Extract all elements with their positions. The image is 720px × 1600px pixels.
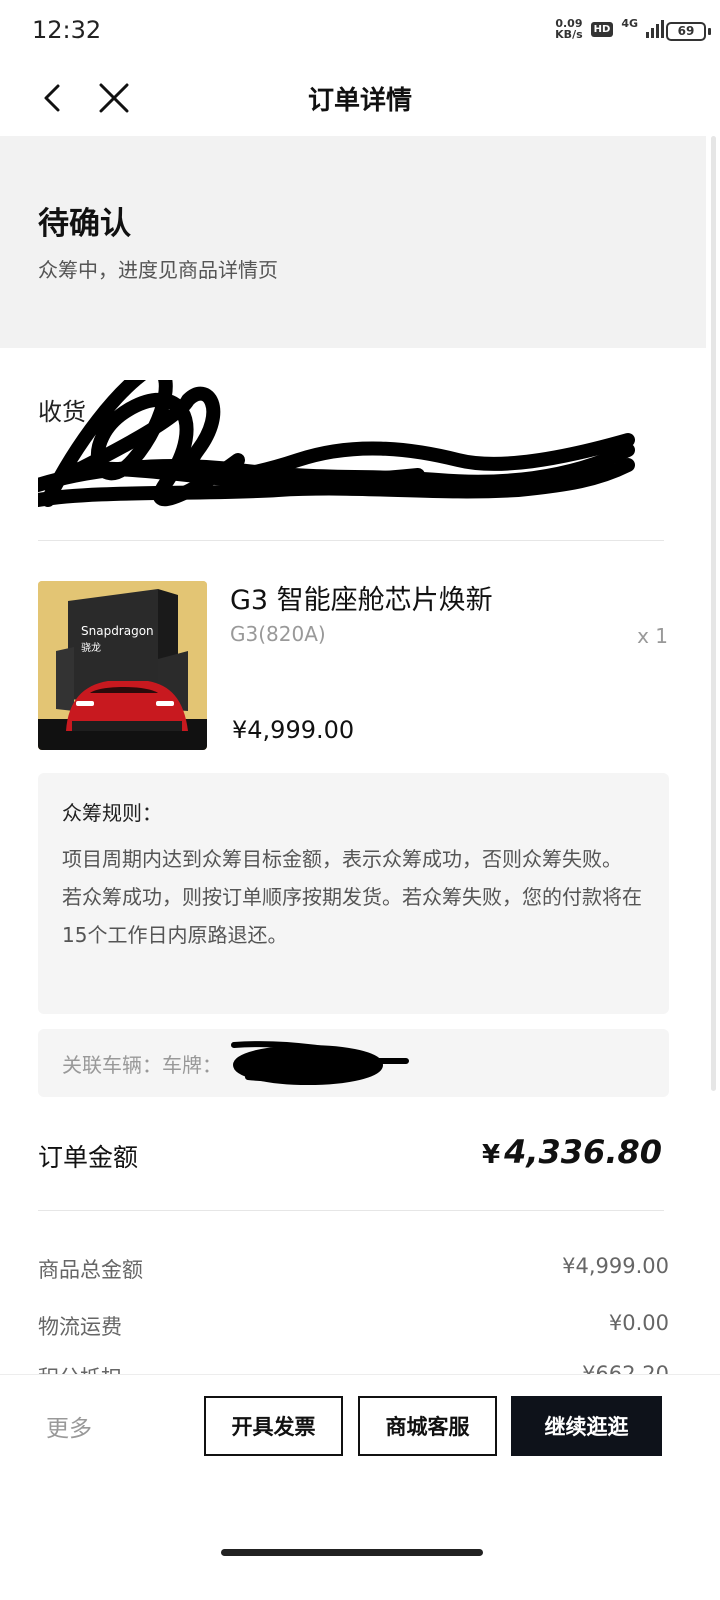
crowdfunding-rules: 众筹规则： 项目周期内达到众筹目标金额，表示众筹成功，否则众筹失败。 若众筹成功… xyxy=(38,773,669,1014)
status-bar: 12:32 0.09 KB/s HD 4G 69 xyxy=(0,0,720,62)
product-quantity: x 1 xyxy=(637,624,668,648)
status-icons: 0.09 KB/s HD 4G 69 xyxy=(555,16,711,41)
redaction-scribble xyxy=(38,380,635,507)
customer-service-button[interactable]: 商城客服 xyxy=(358,1396,497,1456)
order-amount-label: 订单金额 xyxy=(38,1143,139,1172)
product-price: ¥4,999.00 xyxy=(232,716,355,744)
network-type: 4G xyxy=(621,16,638,30)
rules-line-1: 项目周期内达到众筹目标金额，表示众筹成功，否则众筹失败。 xyxy=(62,847,622,871)
order-status-section: 待确认 众筹中，进度见商品详情页 xyxy=(0,136,706,348)
hd-icon: HD xyxy=(590,21,614,37)
order-status-title: 待确认 xyxy=(38,206,131,242)
more-button[interactable]: 更多 xyxy=(46,1409,92,1443)
vehicle-label: 关联车辆：车牌： xyxy=(62,1053,222,1077)
rules-title: 众筹规则： xyxy=(62,801,162,825)
order-amount-value: ¥4,336.80 xyxy=(482,1133,662,1171)
plate-redaction xyxy=(231,1041,409,1085)
invoice-button[interactable]: 开具发票 xyxy=(204,1396,343,1456)
page-title: 订单详情 xyxy=(307,86,412,116)
nav-bar: 订单详情 xyxy=(0,62,720,134)
product-image[interactable]: Snapdragon 骁龙 xyxy=(38,581,207,750)
divider xyxy=(38,540,664,541)
product-name[interactable]: G3 智能座舱芯片焕新 xyxy=(230,578,493,617)
continue-shopping-button[interactable]: 继续逛逛 xyxy=(511,1396,662,1456)
bottom-action-bar: 更多 开具发票 商城客服 继续逛逛 xyxy=(0,1374,720,1600)
clock: 12:32 xyxy=(32,16,102,44)
scrollbar[interactable] xyxy=(711,136,716,1091)
svg-text:Snapdragon: Snapdragon xyxy=(81,624,154,638)
signal-icon xyxy=(646,20,664,38)
svg-text:骁龙: 骁龙 xyxy=(81,641,101,654)
product-spec: G3(820A) xyxy=(230,622,326,646)
shipping-address[interactable]: 收货 xyxy=(38,380,664,540)
detail-row-shipping: 物流运费 ¥0.00 xyxy=(38,1311,669,1339)
divider xyxy=(38,1210,664,1211)
home-indicator[interactable] xyxy=(221,1549,483,1556)
linked-vehicle: 关联车辆：车牌： xyxy=(38,1029,669,1097)
order-status-subtitle: 众筹中，进度见商品详情页 xyxy=(38,258,278,282)
detail-row-goods-total: 商品总金额 ¥4,999.00 xyxy=(38,1254,669,1282)
rules-line-2: 若众筹成功，则按订单顺序按期发货。若众筹失败，您的付款将在15个工作日内原路退还… xyxy=(62,885,642,947)
network-speed: 0.09 KB/s xyxy=(555,17,583,41)
